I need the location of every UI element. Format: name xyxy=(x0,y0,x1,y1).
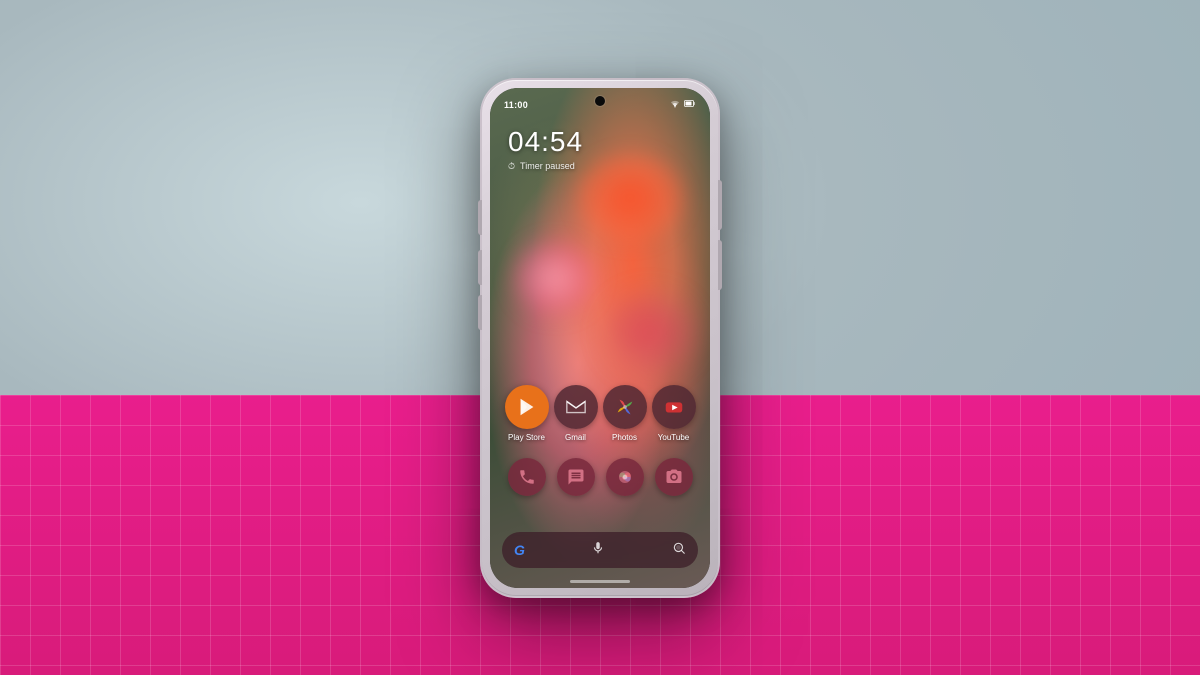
youtube-label: YouTube xyxy=(658,433,689,442)
app-row-2 xyxy=(502,458,698,496)
battery-icon xyxy=(684,100,696,109)
photos-icon[interactable] xyxy=(603,385,647,429)
status-icons xyxy=(670,100,696,110)
lock-notification-text: Timer paused xyxy=(520,161,575,171)
google-g-logo: G xyxy=(514,542,525,558)
app-item-phone[interactable] xyxy=(508,458,546,496)
status-time: 11:00 xyxy=(504,100,528,110)
play-store-icon[interactable] xyxy=(505,385,549,429)
wifi-icon xyxy=(670,100,680,110)
app-item-messages[interactable] xyxy=(557,458,595,496)
app-grid: Play Store Gmail xyxy=(490,385,710,508)
app-item-gmail[interactable]: Gmail xyxy=(554,385,598,442)
home-indicator[interactable] xyxy=(570,580,630,583)
camera-hole xyxy=(595,96,605,106)
phone-device: 11:00 xyxy=(480,78,720,598)
gmail-icon[interactable] xyxy=(554,385,598,429)
play-store-label: Play Store xyxy=(508,433,545,442)
lock-notification: ⏱ Timer paused xyxy=(508,161,583,172)
app-item-chrome[interactable] xyxy=(606,458,644,496)
timer-icon: ⏱ xyxy=(508,161,515,172)
search-bar[interactable]: G xyxy=(502,532,698,568)
lock-time: 04:54 xyxy=(508,126,583,158)
lock-screen-info: 04:54 ⏱ Timer paused xyxy=(508,126,583,172)
phone-screen: 11:00 xyxy=(490,88,710,588)
photos-label: Photos xyxy=(612,433,637,442)
app-row-1: Play Store Gmail xyxy=(502,385,698,442)
lens-icon[interactable] xyxy=(672,541,686,558)
flower-decoration-2 xyxy=(510,238,600,318)
app-item-photos[interactable]: Photos xyxy=(603,385,647,442)
flower-decoration-1 xyxy=(570,148,690,248)
app-item-play-store[interactable]: Play Store xyxy=(505,385,549,442)
flower-decoration-3 xyxy=(600,288,700,378)
youtube-icon[interactable] xyxy=(652,385,696,429)
app-item-camera[interactable] xyxy=(655,458,693,496)
app-item-youtube[interactable]: YouTube xyxy=(652,385,696,442)
gmail-label: Gmail xyxy=(565,433,586,442)
microphone-icon[interactable] xyxy=(591,541,605,558)
